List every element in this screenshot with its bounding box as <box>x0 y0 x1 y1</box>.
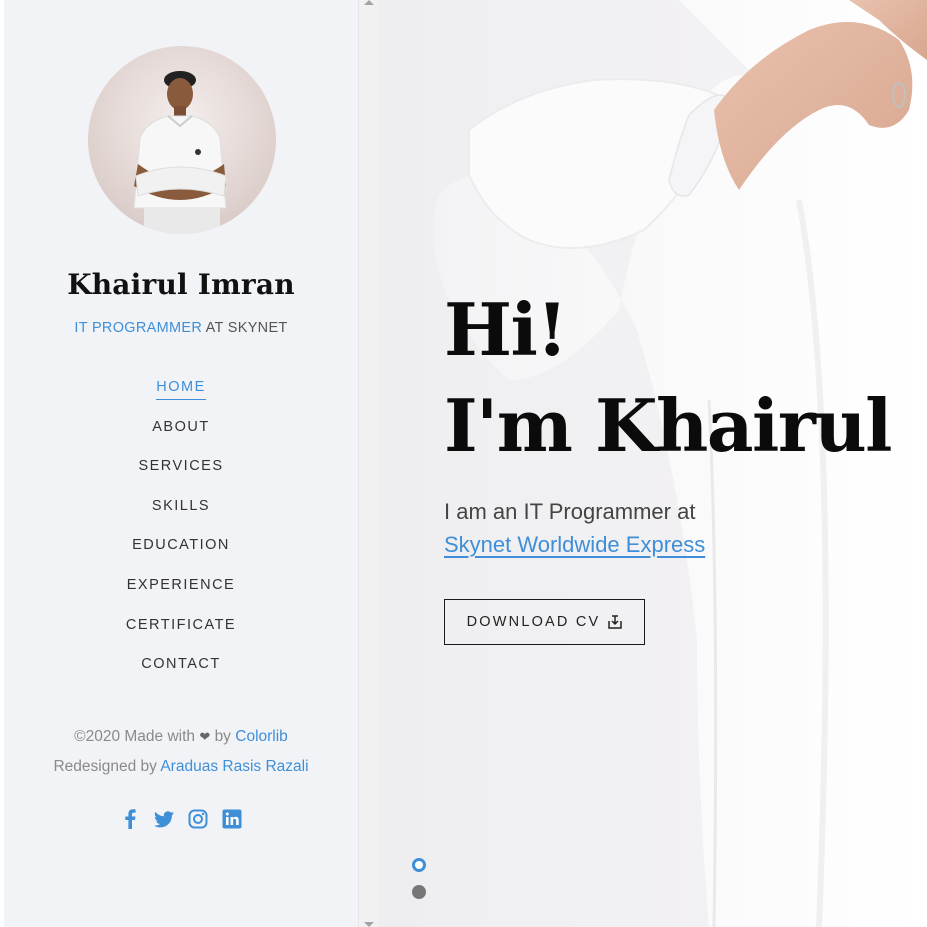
twitter-icon[interactable] <box>153 807 175 831</box>
download-cv-button[interactable]: DOWNLOAD CV <box>444 599 645 645</box>
profile-role: IT PROGRAMMER AT SKYNET <box>4 320 358 336</box>
nav-item-education[interactable]: EDUCATION <box>4 526 358 566</box>
hero-title-line-2: I'm Khairul <box>444 383 893 468</box>
redesigner-link[interactable]: Araduas Rasis Razali <box>160 758 308 775</box>
nav-label[interactable]: SKILLS <box>152 498 210 518</box>
linkedin-icon[interactable] <box>221 807 243 831</box>
instagram-icon[interactable] <box>187 807 209 831</box>
colorlib-link[interactable]: Colorlib <box>235 728 288 745</box>
made-with-text: ©2020 Made with <box>74 728 196 745</box>
download-cv-label: DOWNLOAD CV <box>466 614 601 630</box>
slide-indicator-1[interactable] <box>412 858 426 872</box>
nav-label[interactable]: CONTACT <box>141 656 221 676</box>
heart-icon: ❤ <box>199 729 211 744</box>
by-text: by <box>214 728 231 745</box>
scrollbar[interactable] <box>358 0 380 927</box>
nav-item-certificate[interactable]: CERTIFICATE <box>4 606 358 646</box>
role-highlight: IT PROGRAMMER <box>74 320 203 336</box>
page-root: Khairul Imran IT PROGRAMMER AT SKYNET HO… <box>0 0 927 927</box>
scroll-down-icon[interactable] <box>364 922 374 927</box>
credits-line-1: ©2020 Made with ❤ by Colorlib <box>4 722 358 752</box>
facebook-icon[interactable] <box>119 807 141 831</box>
nav-label[interactable]: EDUCATION <box>132 537 230 557</box>
nav-item-skills[interactable]: SKILLS <box>4 487 358 527</box>
hero-section: Hi! I'm Khairul I am an IT Programmer at… <box>379 0 927 927</box>
social-links <box>4 807 358 831</box>
company-link[interactable]: Skynet Worldwide Express <box>444 532 705 557</box>
nav-item-home[interactable]: HOME <box>4 368 358 408</box>
hero-title: Hi! I'm Khairul <box>444 282 893 474</box>
hero-desc-text: I am an IT Programmer at <box>444 499 696 524</box>
credits-line-2: Redesigned by Araduas Rasis Razali <box>4 752 358 782</box>
profile-name: Khairul Imran <box>67 268 295 301</box>
slide-indicator-2[interactable] <box>412 885 426 899</box>
profile-avatar <box>88 46 276 234</box>
role-company: AT SKYNET <box>202 320 288 336</box>
nav-label[interactable]: ABOUT <box>152 419 209 439</box>
download-icon <box>608 615 623 629</box>
nav-item-contact[interactable]: CONTACT <box>4 645 358 685</box>
sidebar: Khairul Imran IT PROGRAMMER AT SKYNET HO… <box>4 0 358 927</box>
nav-item-about[interactable]: ABOUT <box>4 408 358 448</box>
nav-label[interactable]: HOME <box>156 379 206 400</box>
main-nav: HOME ABOUT SERVICES SKILLS EDUCATION EXP… <box>4 368 358 685</box>
nav-label[interactable]: CERTIFICATE <box>126 617 236 637</box>
nav-label[interactable]: SERVICES <box>138 458 223 478</box>
profile-photo <box>133 71 227 234</box>
redesigned-text: Redesigned by <box>53 758 157 775</box>
scroll-up-icon[interactable] <box>364 0 374 5</box>
hero-title-line-1: Hi! <box>444 287 568 372</box>
footer-credits: ©2020 Made with ❤ by Colorlib Redesigned… <box>4 722 358 782</box>
hero-description: I am an IT Programmer at Skynet Worldwid… <box>444 495 705 561</box>
nav-item-services[interactable]: SERVICES <box>4 447 358 487</box>
nav-item-experience[interactable]: EXPERIENCE <box>4 566 358 606</box>
nav-label[interactable]: EXPERIENCE <box>127 577 235 597</box>
